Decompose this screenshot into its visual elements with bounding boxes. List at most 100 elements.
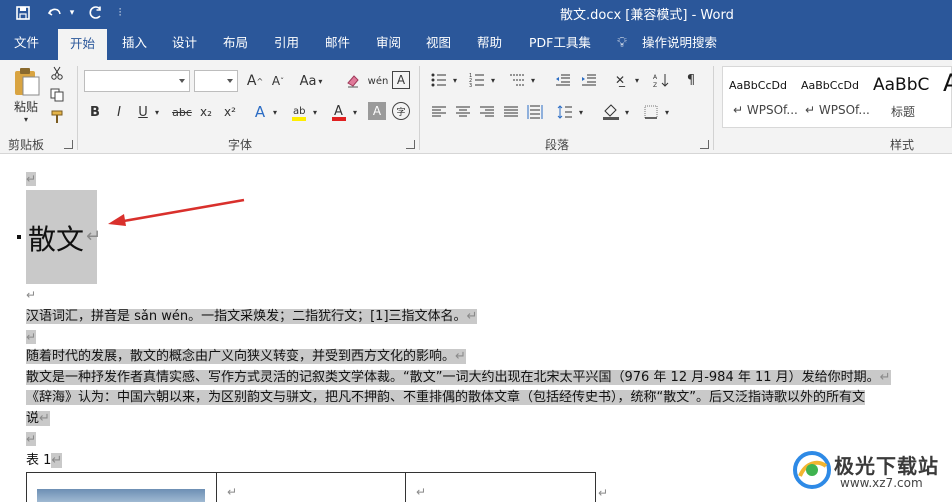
underline-button[interactable]: U xyxy=(134,102,152,122)
tab-review[interactable]: 审阅 xyxy=(374,26,403,60)
change-case-button[interactable]: Aa ▾ xyxy=(296,70,326,92)
svg-text:Z: Z xyxy=(653,82,657,88)
doc-line-2[interactable]: 随着时代的发展，散文的概念由广义向狭义转变，并受到西方文化的影响。↵ xyxy=(26,348,466,366)
paragraph-mark: ↵ xyxy=(455,349,466,364)
clear-format-icon[interactable] xyxy=(342,70,364,92)
superscript-button[interactable]: x² xyxy=(220,102,240,122)
sort-icon[interactable]: AZ xyxy=(650,70,672,90)
tab-pdf-tools[interactable]: PDF工具集 xyxy=(527,26,593,60)
doc-line-3[interactable]: 散文是一种抒发作者真情实感、写作方式灵活的记叙类文学体裁。“散文”一词大约出现在… xyxy=(26,369,891,387)
chevron-down-icon xyxy=(227,79,233,83)
caption-text: 表 1 xyxy=(26,453,52,468)
shrink-font-button[interactable]: Aˇ xyxy=(268,70,288,92)
align-center-icon[interactable] xyxy=(452,102,474,122)
tab-mailings[interactable]: 邮件 xyxy=(323,26,352,60)
paste-icon[interactable] xyxy=(10,64,42,98)
ribbon-tabs: 文件 开始 插入 设计 布局 引用 邮件 审阅 视图 帮助 PDF工具集 💡︎ … xyxy=(0,26,952,60)
font-color-icon[interactable]: A xyxy=(328,100,350,124)
bullets-dropdown-icon[interactable]: ▾ xyxy=(450,70,460,90)
shading-dropdown-icon[interactable]: ▾ xyxy=(622,102,632,122)
bullets-icon[interactable] xyxy=(428,70,450,90)
style-item[interactable]: AaBbCcDd ↵ WPSOf... xyxy=(723,67,798,127)
char-shading-button[interactable]: A xyxy=(368,102,386,120)
font-size-combo[interactable] xyxy=(194,70,238,92)
paste-button[interactable]: 粘贴 xyxy=(8,98,44,114)
italic-button[interactable]: I xyxy=(110,102,128,122)
tab-view[interactable]: 视图 xyxy=(424,26,453,60)
paste-dropdown-icon[interactable]: ▾ xyxy=(20,114,32,124)
lightbulb-icon[interactable]: 💡︎ xyxy=(612,26,632,60)
font-name-combo[interactable] xyxy=(84,70,190,92)
clipboard-launcher-icon[interactable] xyxy=(64,140,73,149)
redo-icon[interactable] xyxy=(84,3,106,23)
text-effects-icon[interactable]: A xyxy=(250,102,270,122)
table-caption[interactable]: 表 1↵ xyxy=(26,452,63,470)
align-right-icon[interactable] xyxy=(476,102,498,122)
tab-file[interactable]: 文件 xyxy=(12,26,41,60)
table-cell[interactable]: ↵ xyxy=(406,473,596,502)
highlight-icon[interactable]: ab xyxy=(288,100,310,124)
justify-icon[interactable] xyxy=(500,102,522,122)
char-border-icon[interactable]: A xyxy=(392,71,410,89)
table-cell[interactable]: ↵ xyxy=(217,473,406,502)
red-arrow-annotation xyxy=(108,198,245,226)
show-marks-icon[interactable]: ¶ xyxy=(680,70,702,90)
numbering-icon[interactable]: 123 xyxy=(466,70,488,90)
align-left-icon[interactable] xyxy=(428,102,450,122)
phonetic-guide-button[interactable]: wén xyxy=(367,70,389,92)
table-cell[interactable] xyxy=(27,473,217,502)
borders-icon[interactable] xyxy=(640,102,662,122)
tab-help[interactable]: 帮助 xyxy=(475,26,504,60)
strikethrough-button[interactable]: abc xyxy=(170,102,194,122)
font-color-dropdown-icon[interactable]: ▾ xyxy=(350,102,360,122)
increase-indent-icon[interactable] xyxy=(578,70,600,90)
format-painter-icon[interactable] xyxy=(48,108,66,126)
style-item[interactable]: AaBbCcDd ↵ WPSOf... xyxy=(795,67,870,127)
grow-font-button[interactable]: A ^ xyxy=(244,70,266,92)
bullet-icon xyxy=(17,235,21,239)
tab-references[interactable]: 引用 xyxy=(272,26,301,60)
multilevel-dropdown-icon[interactable]: ▾ xyxy=(528,70,538,90)
undo-icon[interactable] xyxy=(44,3,66,23)
doc-line-5[interactable]: 说↵ xyxy=(26,410,50,428)
tab-insert[interactable]: 插入 xyxy=(120,26,149,60)
style-item[interactable]: A xyxy=(939,67,952,127)
copy-icon[interactable] xyxy=(48,86,66,104)
doc-line-4[interactable]: 《辞海》认为：中国六朝以来，为区别韵文与骈文，把凡不押韵、不重排偶的散体文章（包… xyxy=(26,389,865,407)
style-item[interactable]: AaBbC 标题 xyxy=(867,67,939,127)
undo-dropdown-icon[interactable]: ▾ xyxy=(66,3,78,23)
svg-text:A: A xyxy=(653,74,658,81)
grow-font-icon: A xyxy=(246,73,257,89)
bold-button[interactable]: B xyxy=(86,102,104,122)
subscript-button[interactable]: x₂ xyxy=(196,102,216,122)
asian-layout-dropdown-icon[interactable]: ▾ xyxy=(632,70,642,90)
multilevel-list-icon[interactable] xyxy=(506,70,528,90)
document-heading[interactable]: 散文 xyxy=(28,218,84,258)
asian-layout-icon[interactable]: ✕̲ xyxy=(608,70,632,90)
decrease-indent-icon[interactable] xyxy=(552,70,574,90)
numbering-dropdown-icon[interactable]: ▾ xyxy=(488,70,498,90)
cut-icon[interactable] xyxy=(48,64,66,82)
font-launcher-icon[interactable] xyxy=(406,140,415,149)
customize-icon[interactable]: ⫶ xyxy=(112,3,128,23)
tab-home[interactable]: 开始 xyxy=(58,29,108,60)
borders-dropdown-icon[interactable]: ▾ xyxy=(662,102,672,122)
paragraph-launcher-icon[interactable] xyxy=(700,140,709,149)
line-spacing-icon[interactable] xyxy=(554,102,576,122)
chevron-down-icon xyxy=(179,79,185,83)
save-icon[interactable] xyxy=(12,3,34,23)
text-effects-dropdown-icon[interactable]: ▾ xyxy=(270,102,280,122)
tell-me-search[interactable]: 操作说明搜索 xyxy=(640,26,719,60)
highlight-dropdown-icon[interactable]: ▾ xyxy=(310,102,320,122)
underline-dropdown-icon[interactable]: ▾ xyxy=(152,102,162,122)
svg-text:3: 3 xyxy=(469,83,472,87)
doc-line-1[interactable]: 汉语词汇，拼音是 sǎn wén。一指文采焕发；二指犹行文；[1]三指文体名。↵ xyxy=(26,308,478,326)
shading-icon[interactable] xyxy=(600,100,622,122)
document-table[interactable]: ↵ ↵ xyxy=(26,472,596,502)
enclose-chars-button[interactable]: 字 xyxy=(392,102,410,120)
tab-layout[interactable]: 布局 xyxy=(221,26,250,60)
distributed-icon[interactable] xyxy=(524,102,546,122)
table-image[interactable] xyxy=(37,489,205,502)
tab-design[interactable]: 设计 xyxy=(170,26,199,60)
line-spacing-dropdown-icon[interactable]: ▾ xyxy=(576,102,586,122)
